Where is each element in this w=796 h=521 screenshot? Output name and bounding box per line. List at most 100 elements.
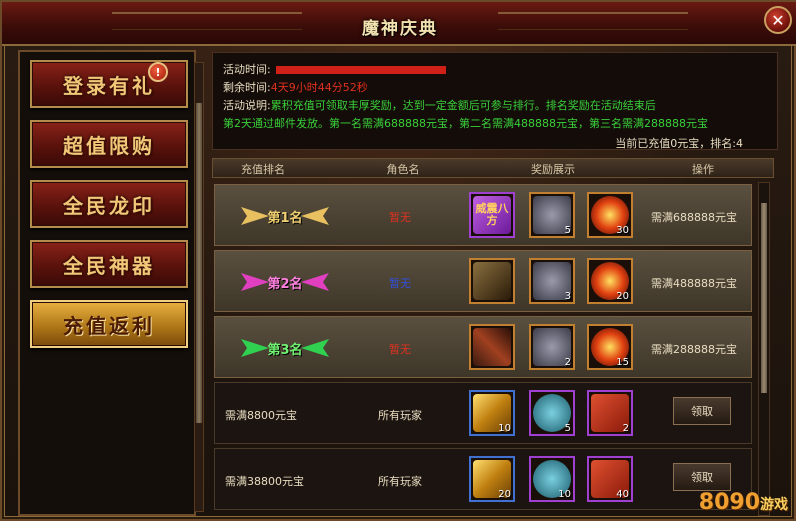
table-row: 第1名 暂无 威震八方 5 30 需满688888元宝 — [214, 184, 752, 246]
reward-slot[interactable]: 15 — [587, 324, 633, 370]
wing-right-icon — [300, 273, 329, 291]
requirement: 需满688888元宝 — [651, 211, 737, 224]
sidebar-scroll-thumb[interactable] — [196, 103, 202, 423]
wing-left-icon — [241, 339, 270, 357]
sidebar-item-dragon-seal[interactable]: 全民龙印 — [30, 180, 188, 228]
sidebar-item-label: 充值返利 — [63, 313, 155, 338]
item-count: 5 — [564, 225, 571, 236]
claim-button[interactable]: 领取 — [673, 463, 731, 491]
item-count: 15 — [616, 357, 629, 368]
blade-icon — [473, 328, 511, 366]
reward-slot[interactable]: 2 — [529, 324, 575, 370]
sidebar-scrollbar[interactable] — [194, 62, 204, 512]
item-count: 3 — [564, 291, 571, 302]
event-time-line: 活动时间: — [223, 61, 447, 77]
event-desc-label: 活动说明: — [223, 99, 271, 112]
item-count: 20 — [616, 291, 629, 302]
reward-slot[interactable] — [469, 324, 515, 370]
reward-slot[interactable]: 5 — [529, 390, 575, 436]
reward-slot[interactable]: 5 — [529, 192, 575, 238]
sidebar-item-artifact[interactable]: 全民神器 — [30, 240, 188, 288]
reward-slot[interactable]: 20 — [587, 258, 633, 304]
sidebar: 登录有礼 超值限购 全民龙印 全民神器 充值返利 — [18, 50, 196, 516]
eligible-players: 所有玩家 — [378, 475, 422, 488]
reward-slot[interactable]: 10 — [469, 390, 515, 436]
title-bar: 魔神庆典 ✕ — [2, 2, 796, 46]
table-scroll-thumb[interactable] — [761, 203, 767, 393]
eligible-players: 所有玩家 — [378, 409, 422, 422]
site-watermark: 8090游戏 — [699, 490, 788, 515]
remaining-time-line: 剩余时间:4天9小时44分52秒 — [223, 79, 368, 95]
event-desc-line-2: 第2天通过邮件发放。第一名需满688888元宝，第二名需满488888元宝，第三… — [223, 115, 708, 131]
item-count: 5 — [564, 423, 571, 434]
weapon-icon — [473, 262, 511, 300]
wing-left-icon — [241, 273, 270, 291]
table-header: 充值排名 角色名 奖励展示 操作 — [212, 158, 774, 178]
sidebar-item-label: 全民龙印 — [63, 193, 155, 218]
window-title: 魔神庆典 — [362, 19, 438, 39]
event-time-redacted — [276, 66, 447, 74]
wing-left-icon — [241, 207, 270, 225]
role-name: 暂无 — [389, 211, 411, 224]
item-count: 2 — [564, 357, 571, 368]
event-desc-text-2: 第2天通过邮件发放。第一名需满688888元宝，第二名需满488888元宝，第三… — [223, 117, 708, 130]
rank-badge-3: 第3名 — [225, 331, 345, 365]
reward-slot[interactable]: 20 — [469, 456, 515, 502]
event-desc-line: 活动说明:累积充值可领取丰厚奖励，达到一定金额后可参与排行。排名奖励在活动结束后 — [223, 97, 656, 113]
sidebar-item-label: 超值限购 — [63, 133, 155, 158]
event-info-panel: 活动时间: 剩余时间:4天9小时44分52秒 活动说明:累积充值可领取丰厚奖励，… — [212, 52, 778, 150]
wing-right-icon — [300, 339, 329, 357]
claim-button[interactable]: 领取 — [673, 397, 731, 425]
item-count: 30 — [616, 225, 629, 236]
requirement: 需满488888元宝 — [651, 277, 737, 290]
item-count: 40 — [616, 489, 629, 500]
event-window: 魔神庆典 ✕ 登录有礼 超值限购 全民龙印 全民神器 充值返利 ! 活动时间: … — [0, 0, 796, 521]
reward-slot[interactable]: 40 — [587, 456, 633, 502]
item-count: 10 — [558, 489, 571, 500]
item-count: 2 — [622, 423, 629, 434]
title-badge-icon: 威震八方 — [473, 196, 511, 234]
reward-slot[interactable]: 10 — [529, 456, 575, 502]
sidebar-item-limited-sale[interactable]: 超值限购 — [30, 120, 188, 168]
requirement: 需满38800元宝 — [225, 475, 304, 488]
rank-badge-2: 第2名 — [225, 265, 345, 299]
header-reward: 奖励展示 — [531, 163, 575, 176]
close-icon: ✕ — [771, 10, 785, 30]
requirement: 需满288888元宝 — [651, 343, 737, 356]
table-row: 第3名 暂无 2 15 需满288888元宝 — [214, 316, 752, 378]
rank-label: 第1名 — [267, 210, 303, 226]
header-rank: 充值排名 — [241, 163, 285, 176]
sidebar-item-recharge-rebate[interactable]: 充值返利 — [30, 300, 188, 348]
role-name: 暂无 — [389, 343, 411, 356]
sidebar-item-label: 登录有礼 — [63, 73, 155, 98]
wing-right-icon — [300, 207, 329, 225]
reward-slot[interactable] — [469, 258, 515, 304]
requirement: 需满8800元宝 — [225, 409, 297, 422]
reward-slot[interactable]: 30 — [587, 192, 633, 238]
reward-slot[interactable]: 威震八方 — [469, 192, 515, 238]
event-desc-text-1: 累积充值可领取丰厚奖励，达到一定金额后可参与排行。排名奖励在活动结束后 — [270, 99, 656, 112]
rank-label: 第2名 — [267, 276, 303, 292]
event-time-label: 活动时间: — [223, 63, 271, 76]
table-row: 第2名 暂无 3 20 需满488888元宝 — [214, 250, 752, 312]
reward-slot[interactable]: 3 — [529, 258, 575, 304]
watermark-sub: 游戏 — [760, 497, 788, 513]
table-row: 需满38800元宝 所有玩家 20 10 40 领取 — [214, 448, 752, 510]
header-role: 角色名 — [386, 163, 420, 176]
remaining-time-label: 剩余时间: — [223, 81, 271, 94]
recharge-status: 当前已充值0元宝，排名:4 — [615, 137, 743, 150]
item-count: 10 — [498, 423, 511, 434]
table-scrollbar[interactable] — [758, 182, 770, 516]
reward-slot[interactable]: 2 — [587, 390, 633, 436]
close-button[interactable]: ✕ — [764, 6, 792, 34]
item-count: 20 — [498, 489, 511, 500]
rank-label: 第3名 — [267, 342, 303, 358]
sidebar-item-label: 全民神器 — [63, 253, 155, 278]
rank-badge-1: 第1名 — [225, 199, 345, 233]
remaining-time-value: 4天9小时44分52秒 — [270, 81, 368, 94]
table-row: 需满8800元宝 所有玩家 10 5 2 领取 — [214, 382, 752, 444]
header-action: 操作 — [692, 163, 714, 176]
role-name: 暂无 — [389, 277, 411, 290]
watermark-text: 8090 — [698, 490, 760, 515]
notification-badge: ! — [148, 62, 168, 82]
